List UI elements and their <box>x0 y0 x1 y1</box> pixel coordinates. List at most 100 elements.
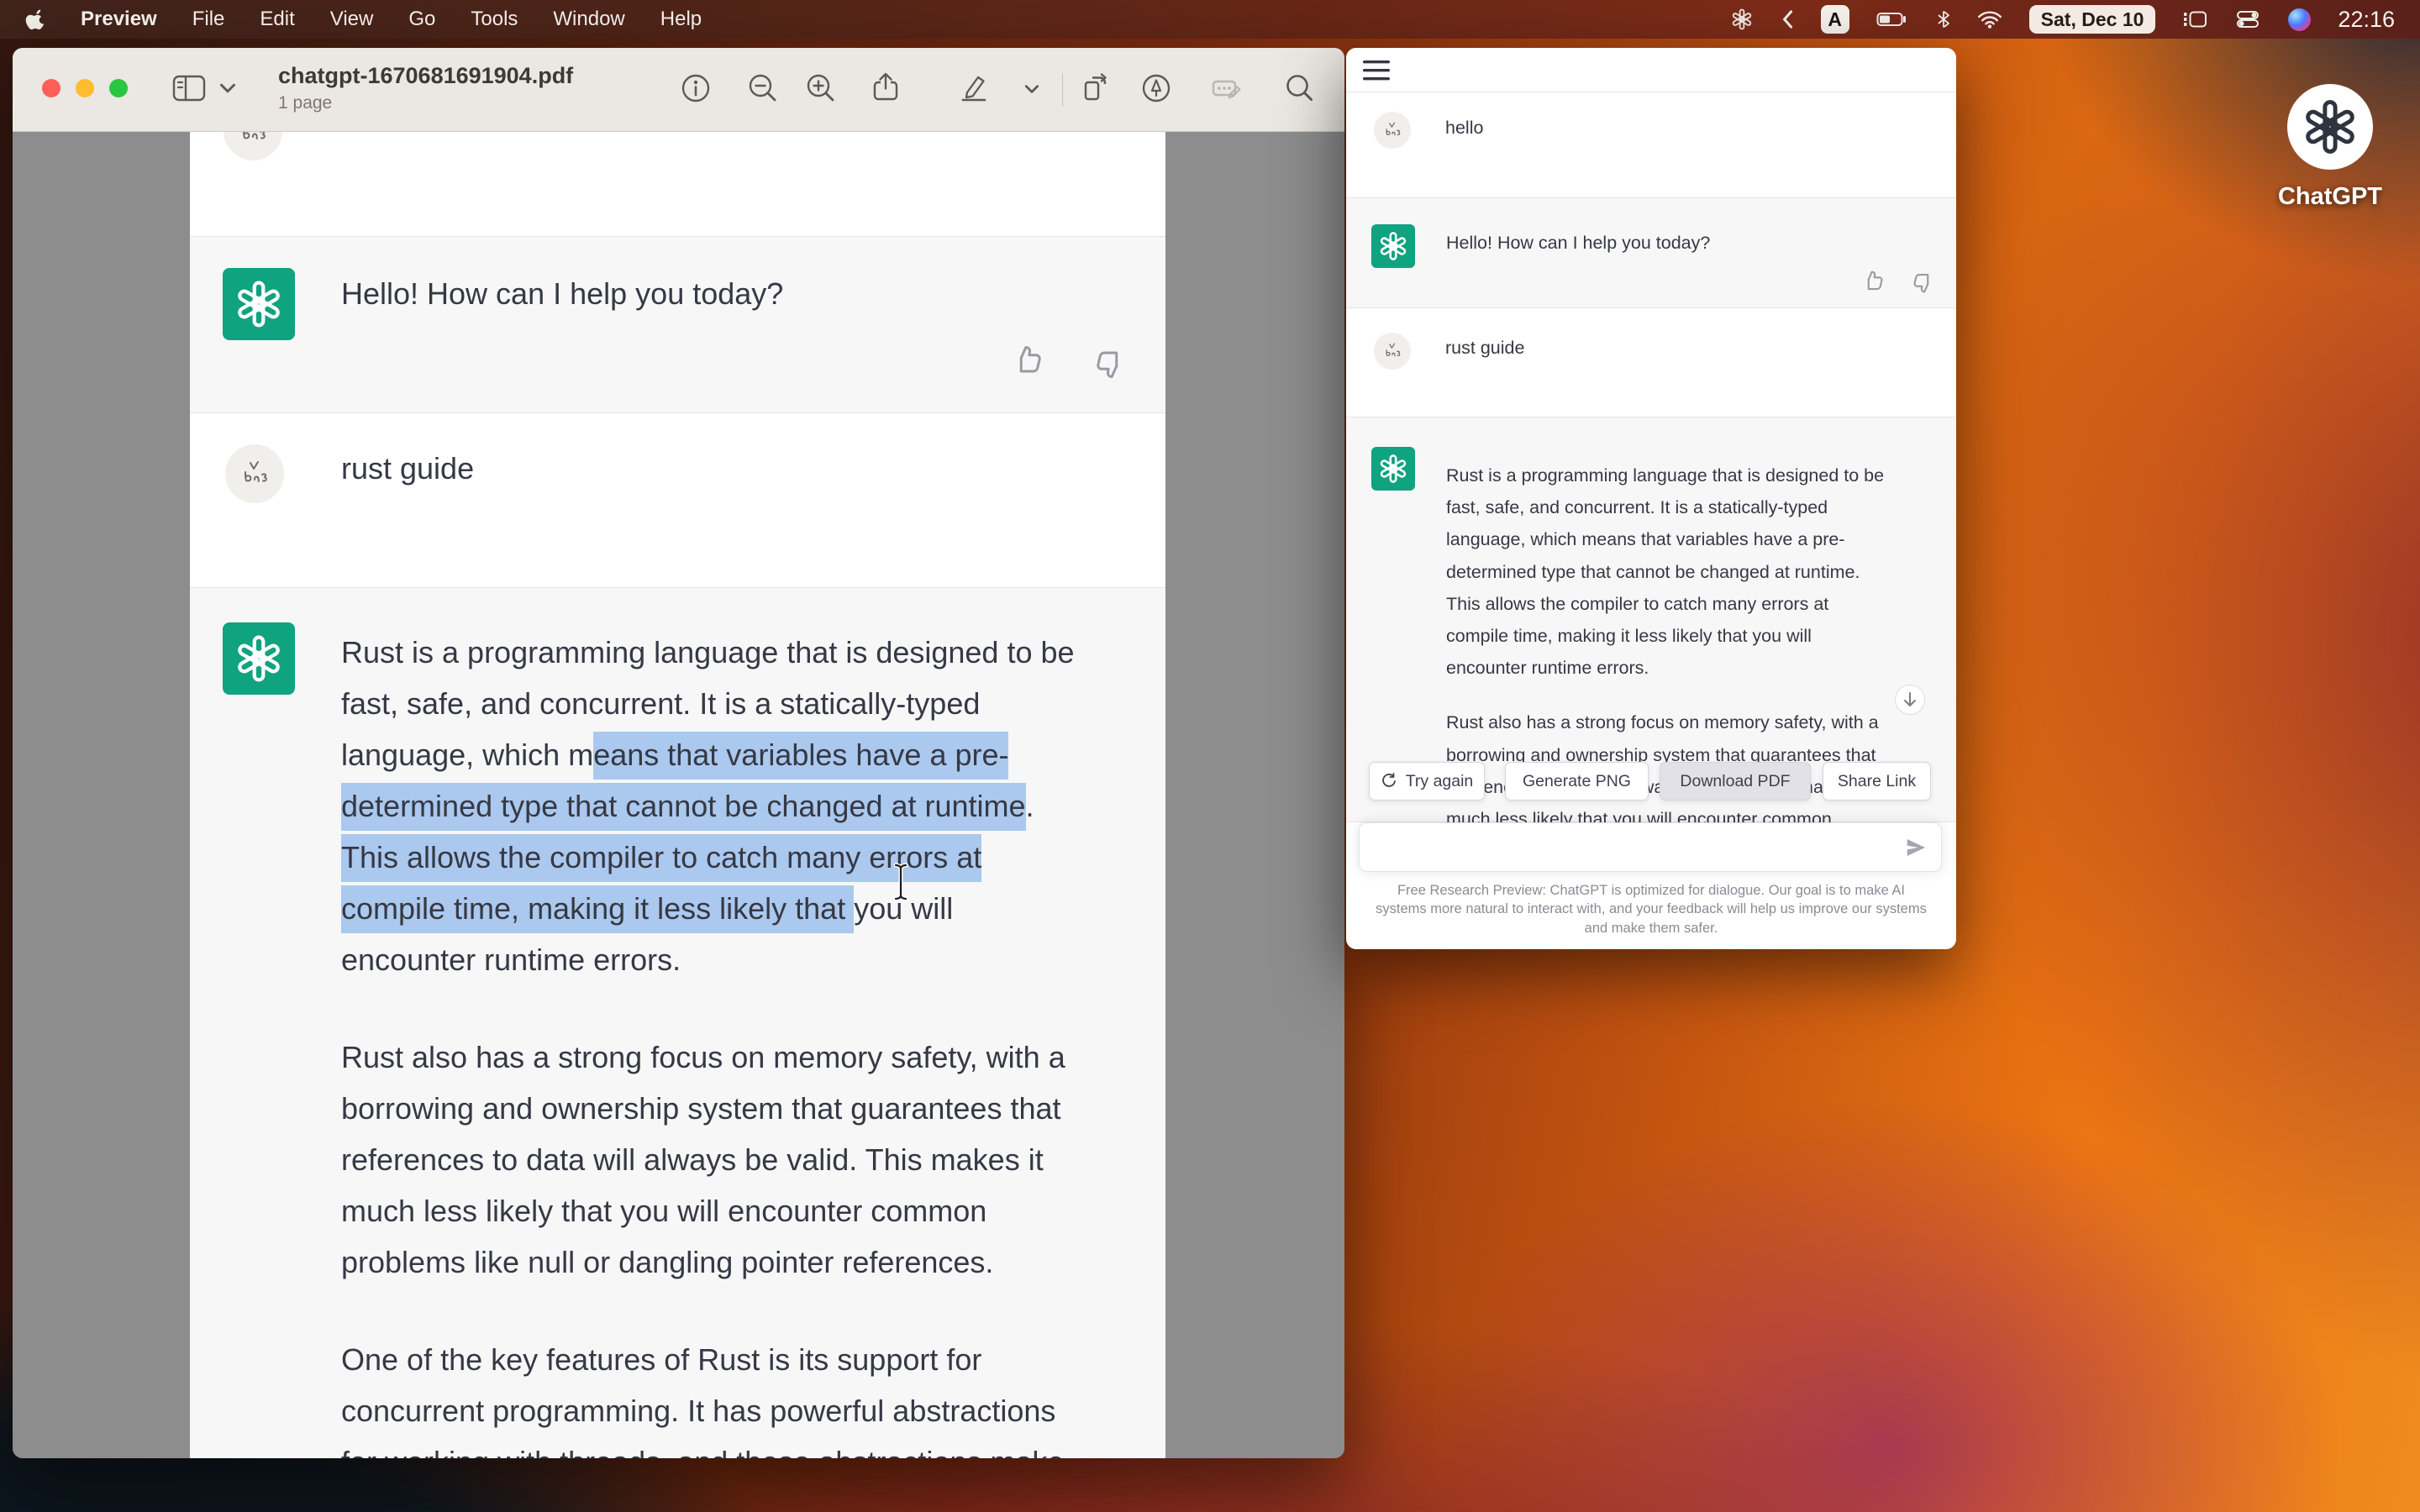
zoom-in-icon[interactable] <box>804 71 838 105</box>
button-label: Share Link <box>1838 772 1916 791</box>
sidebar-chevron-icon[interactable] <box>219 81 236 95</box>
text-segment: language, which m <box>341 738 593 772</box>
pdf-line: concurrent programming. It has powerful … <box>341 1385 1152 1436</box>
button-label: Generate PNG <box>1523 772 1631 791</box>
pdf-line: This allows the compiler to catch many e… <box>341 832 1152 883</box>
toolbar-divider <box>1062 73 1063 107</box>
share-link-button[interactable]: Share Link <box>1823 762 1931 801</box>
chatgpt-window: hello Hello! How can I help you today? r… <box>1346 48 1956 949</box>
menu-item-go[interactable]: Go <box>408 8 435 31</box>
menubar-date[interactable]: Sat, Dec 10 <box>2029 5 2156 34</box>
apple-menu-icon[interactable] <box>25 8 45 30</box>
user-avatar <box>1374 333 1411 370</box>
scroll-to-bottom-button[interactable] <box>1895 685 1925 715</box>
menu-item-preview[interactable]: Preview <box>81 8 157 31</box>
markup-pen-icon[interactable] <box>1139 71 1173 105</box>
generate-png-button[interactable]: Generate PNG <box>1505 762 1649 801</box>
text-segment: borrowing and ownership system that guar… <box>341 1091 1061 1126</box>
refresh-icon <box>1381 773 1397 790</box>
chat-footer-disclaimer: Free Research Preview: ChatGPT is optimi… <box>1346 881 1956 937</box>
chat-assistant-row: Hello! How can I help you today? <box>1346 197 1956 308</box>
chat-line: determined type that cannot be changed a… <box>1446 556 1938 588</box>
back-chevron-icon[interactable] <box>1781 9 1794 29</box>
button-label: Try again <box>1406 772 1474 791</box>
text-segment: much less likely that you will encounter… <box>341 1194 986 1228</box>
menu-status-area: A Sat, Dec 10 22:16 <box>1730 5 2395 34</box>
chat-line: language, which means that variables hav… <box>1446 523 1938 555</box>
bluetooth-icon[interactable] <box>1937 8 1950 30</box>
send-icon[interactable] <box>1904 836 1928 859</box>
chat-line: compile time, making it less likely that… <box>1446 620 1938 652</box>
zoom-out-icon[interactable] <box>746 71 780 105</box>
input-source-icon[interactable]: A <box>1821 5 1849 34</box>
pdf-assistant-greeting: Hello! How can I help you today? <box>341 276 783 312</box>
chat-line: This allows the compiler to catch many e… <box>1446 588 1938 620</box>
pdf-line: much less likely that you will encounter… <box>341 1185 1152 1236</box>
download-pdf-button[interactable]: Download PDF <box>1660 762 1811 801</box>
chat-user-prompt: rust guide <box>1445 338 1524 359</box>
thumbs-down-icon[interactable] <box>1910 270 1935 296</box>
pdf-page[interactable]: Hello! How can I help you today? rust gu… <box>190 132 1165 1458</box>
hamburger-menu-icon[interactable] <box>1363 59 1392 82</box>
info-icon[interactable] <box>679 71 713 105</box>
chat-header <box>1346 48 1956 92</box>
share-icon[interactable] <box>869 71 902 105</box>
zoom-window-button[interactable] <box>109 79 128 97</box>
sidebar-toggle-icon[interactable] <box>171 71 208 105</box>
preview-content: Hello! How can I help you today? rust gu… <box>13 132 1344 1458</box>
menu-item-tools[interactable]: Tools <box>471 8 518 31</box>
stage-manager-icon[interactable] <box>2182 9 2207 29</box>
user-avatar <box>224 132 282 160</box>
selected-text: compile time, making it less likely that <box>341 885 854 933</box>
text-segment: for working with threads, and these abst… <box>341 1445 1064 1458</box>
button-label: Download PDF <box>1680 772 1790 791</box>
text-annotation-icon[interactable] <box>1209 71 1243 105</box>
close-button[interactable] <box>42 79 60 97</box>
page-count: 1 page <box>278 93 573 113</box>
chatgpt-desktop-icon-label[interactable]: ChatGPT <box>2260 183 2400 211</box>
thumbs-up-icon[interactable] <box>1861 268 1886 293</box>
menu-left: Preview File Edit View Go Tools Window Help <box>25 8 702 31</box>
chat-message-input[interactable] <box>1359 822 1942 872</box>
menubar-clock[interactable]: 22:16 <box>2338 7 2395 33</box>
pdf-line: Rust also has a strong focus on memory s… <box>341 1032 1152 1083</box>
battery-icon[interactable] <box>1876 11 1910 28</box>
pdf-line: language, which means that variables hav… <box>341 729 1152 780</box>
chatgpt-avatar <box>223 268 295 340</box>
minimize-button[interactable] <box>76 79 94 97</box>
chat-paragraph: Rust is a programming language that is d… <box>1446 459 1938 684</box>
try-again-button[interactable]: Try again <box>1369 762 1485 801</box>
text-segment: concurrent programming. It has powerful … <box>341 1394 1055 1428</box>
wifi-icon[interactable] <box>1977 10 2002 29</box>
menu-item-file[interactable]: File <box>192 8 225 31</box>
preview-toolbar: chatgpt-1670681691904.pdf 1 page <box>13 48 1344 132</box>
text-segment: One of the key features of Rust is its s… <box>341 1342 981 1377</box>
chat-line: Rust also has a strong focus on memory s… <box>1446 706 1938 738</box>
menu-item-window[interactable]: Window <box>553 8 624 31</box>
pdf-paragraph: One of the key features of Rust is its s… <box>341 1334 1152 1458</box>
siri-icon[interactable] <box>2288 8 2311 31</box>
menu-bar: Preview File Edit View Go Tools Window Help A S… <box>0 0 2420 39</box>
chatgpt-avatar <box>223 622 295 695</box>
pdf-paragraph: Rust also has a strong focus on memory s… <box>341 1032 1152 1288</box>
control-center-icon[interactable] <box>2234 9 2261 29</box>
menu-item-edit[interactable]: Edit <box>260 8 294 31</box>
chatgpt-avatar <box>1371 447 1415 491</box>
rotate-icon[interactable] <box>1078 71 1112 105</box>
highlighter-chevron-icon[interactable] <box>1024 83 1039 95</box>
menu-item-help[interactable]: Help <box>660 8 702 31</box>
document-title: chatgpt-1670681691904.pdf <box>278 63 573 89</box>
search-icon[interactable] <box>1283 71 1317 105</box>
chatgpt-menubar-icon[interactable] <box>1730 8 1754 31</box>
text-segment: references to data will always be valid.… <box>341 1142 1044 1177</box>
preview-window: chatgpt-1670681691904.pdf 1 page <box>13 48 1344 1458</box>
pdf-line: determined type that cannot be changed a… <box>341 780 1152 832</box>
chatgpt-avatar <box>1371 224 1415 268</box>
text-segment: . <box>1026 789 1034 823</box>
chat-line: fast, safe, and concurrent. It is a stat… <box>1446 491 1938 523</box>
pdf-line: fast, safe, and concurrent. It is a stat… <box>341 678 1152 729</box>
menu-item-view[interactable]: View <box>330 8 374 31</box>
chat-user-row: hello <box>1346 92 1956 197</box>
highlighter-icon[interactable] <box>957 71 991 105</box>
chatgpt-desktop-icon[interactable] <box>2287 84 2373 170</box>
